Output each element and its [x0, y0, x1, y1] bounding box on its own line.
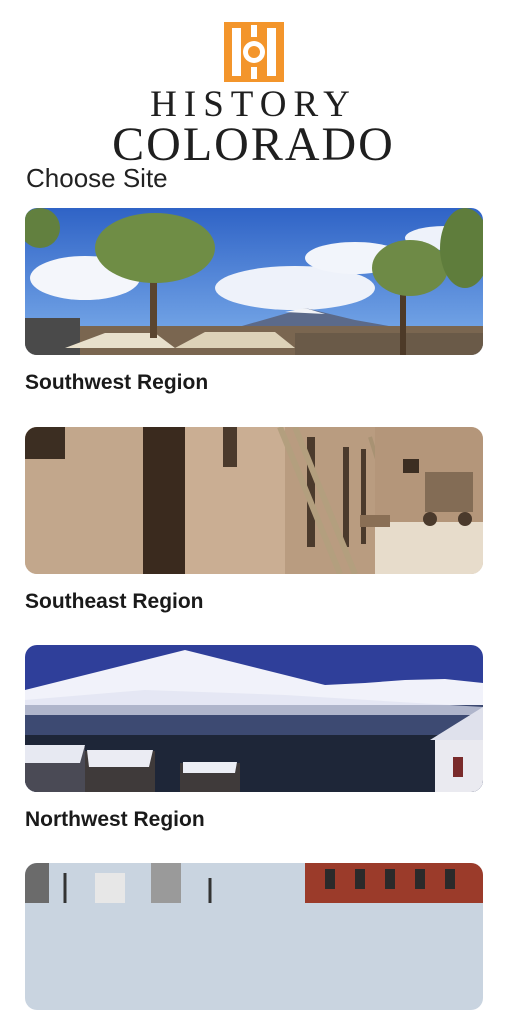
site-image-4[interactable] [25, 863, 483, 1010]
page-title: Choose Site [26, 163, 168, 193]
site-card-4[interactable] [25, 863, 483, 1026]
site-label-northwest[interactable]: Northwest Region [25, 808, 483, 832]
site-label-southwest[interactable]: Southwest Region [25, 371, 483, 395]
site-card-southwest[interactable]: Southwest Region [25, 208, 483, 395]
site-image-southwest[interactable] [25, 208, 483, 355]
logo-emblem-icon [223, 22, 284, 82]
logo-text-colorado: COLORADO [112, 118, 395, 171]
site-label-southeast[interactable]: Southeast Region [25, 590, 483, 614]
site-card-southeast[interactable]: Southeast Region [25, 427, 483, 614]
history-colorado-logo: HISTORY COLORADO [0, 22, 507, 171]
site-image-northwest[interactable] [25, 645, 483, 792]
site-card-northwest[interactable]: Northwest Region [25, 645, 483, 832]
site-image-southeast[interactable] [25, 427, 483, 574]
